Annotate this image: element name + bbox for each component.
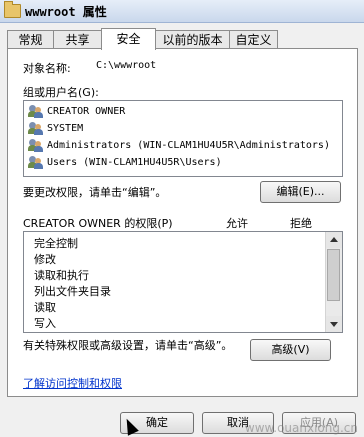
edit-hint: 要更改权限，请单击“编辑”。 (23, 186, 167, 199)
security-panel: 对象名称: C:\wwwroot 组或用户名(G): CREATOR OWNER… (7, 48, 358, 397)
user-name: CREATOR OWNER (47, 106, 126, 117)
permission-row: 读取和执行 (34, 269, 89, 282)
object-name-value: C:\wwwroot (96, 60, 157, 71)
edit-button[interactable]: 编辑(E)... (260, 181, 341, 203)
user-group-icon (28, 122, 44, 135)
permission-row: 修改 (34, 253, 56, 266)
user-name: Administrators (WIN-CLAM1HU4U5R\Administ… (47, 140, 330, 151)
advanced-hint: 有关特殊权限或高级设置，请单击“高级”。 (23, 339, 233, 352)
permissions-label: CREATOR OWNER 的权限(P) (23, 217, 173, 230)
scroll-down-arrow-icon[interactable] (326, 316, 342, 332)
allow-header: 允许 (226, 217, 248, 230)
user-group-icon (28, 105, 44, 118)
watermark: www.ouanxiong.cn (244, 421, 358, 435)
permission-row: 写入 (34, 317, 56, 330)
permission-row: 读取 (34, 301, 56, 314)
users-listbox[interactable]: CREATOR OWNER SYSTEM Administrators (WIN… (23, 100, 343, 177)
groups-label: 组或用户名(G): (23, 86, 99, 99)
properties-dialog: wwwroot 属性 常规 共享 安全 以前的版本 自定义 对象名称: C:\w… (0, 0, 364, 437)
tab-sharing[interactable]: 共享 (53, 30, 102, 49)
object-name-label: 对象名称: (23, 62, 71, 75)
tab-security[interactable]: 安全 (101, 28, 156, 50)
scroll-up-arrow-icon[interactable] (326, 232, 342, 248)
deny-header: 拒绝 (290, 217, 312, 230)
advanced-button[interactable]: 高级(V) (250, 339, 331, 361)
scroll-thumb[interactable] (327, 249, 340, 301)
window-title: wwwroot 属性 (25, 5, 107, 19)
tab-previous-versions[interactable]: 以前的版本 (155, 30, 230, 49)
permissions-scrollbar[interactable] (325, 232, 342, 332)
tab-general[interactable]: 常规 (7, 30, 54, 49)
user-name: Users (WIN-CLAM1HU4U5R\Users) (47, 157, 222, 168)
tab-strip: 常规 共享 安全 以前的版本 自定义 (7, 28, 357, 50)
user-group-icon (28, 156, 44, 169)
permission-row: 列出文件夹目录 (34, 285, 111, 298)
user-name: SYSTEM (47, 123, 84, 134)
permissions-listbox[interactable]: 完全控制 修改 读取和执行 列出文件夹目录 读取 写入 (23, 231, 343, 333)
title-bar: wwwroot 属性 (0, 0, 364, 23)
folder-icon (4, 1, 21, 18)
tab-customize[interactable]: 自定义 (229, 30, 278, 49)
permission-row: 完全控制 (34, 237, 78, 250)
learn-more-link[interactable]: 了解访问控制和权限 (23, 375, 122, 391)
user-group-icon (28, 139, 44, 152)
